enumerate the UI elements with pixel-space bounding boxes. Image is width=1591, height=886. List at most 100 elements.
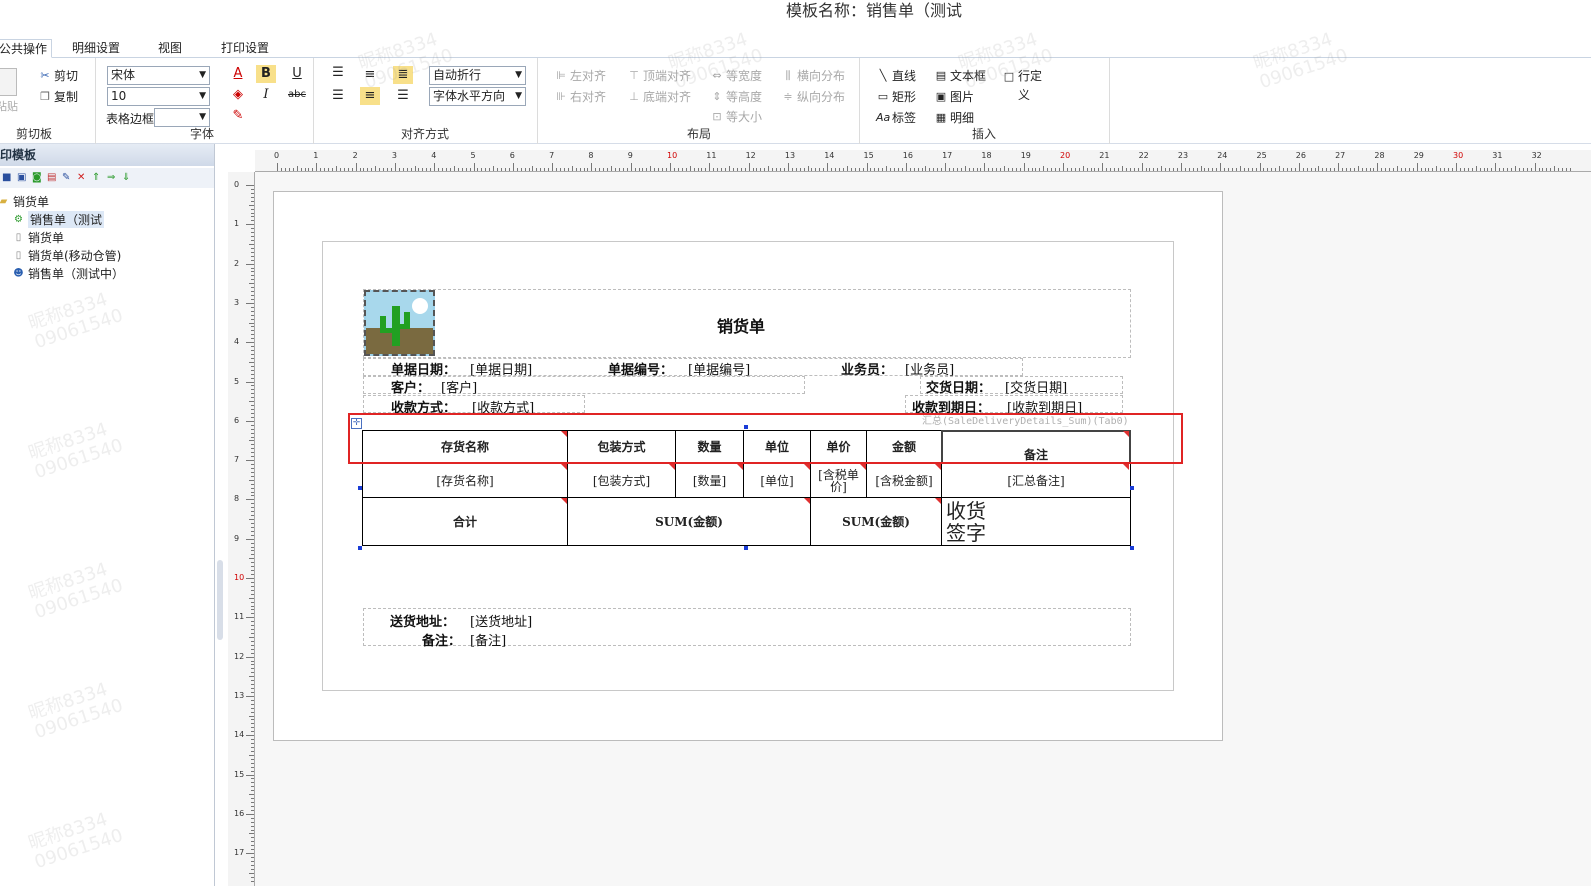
move-up-icon[interactable]: ⇑ <box>92 172 104 184</box>
fill-color-icon[interactable]: ◈ <box>228 86 248 104</box>
tab-detail-settings[interactable]: 明细设置 <box>68 39 124 58</box>
resize-handle-bottom-left[interactable] <box>358 546 362 550</box>
delivery-date-field[interactable]: [交货日期] <box>1005 377 1067 396</box>
total-sum-1[interactable]: SUM(金额) <box>567 497 811 546</box>
align-top-button[interactable]: ⊤ 顶端对齐 <box>627 67 691 84</box>
ruler-tick <box>823 168 825 171</box>
total-label[interactable]: 合计 <box>362 497 568 546</box>
customer-field[interactable]: [客户] <box>441 377 477 396</box>
delivery-date-label[interactable]: 交货日期： <box>926 377 991 396</box>
tree-item[interactable]: ☻ 销售单（测试中） <box>12 265 124 282</box>
ruler-tick <box>1514 166 1516 171</box>
staff-field[interactable]: [业务员] <box>905 359 954 378</box>
tab-view[interactable]: 视图 <box>154 39 186 58</box>
address-field[interactable]: [送货地址] <box>470 611 532 630</box>
font-size-select[interactable]: 10 ▼ <box>107 87 210 106</box>
ruler-tick <box>442 168 444 171</box>
cell-packaging[interactable]: [包装方式] <box>567 463 676 498</box>
tree-item[interactable]: ▯ 销货单(移动仓管) <box>12 247 122 264</box>
delete-icon[interactable]: ✕ <box>77 172 89 184</box>
edit-icon[interactable]: ✎ <box>62 172 74 184</box>
receiver-signature[interactable]: 收货签字 <box>941 497 1131 546</box>
cut-button[interactable]: ✂ 剪切 <box>38 67 78 84</box>
move-down-icon[interactable]: ⇓ <box>122 172 134 184</box>
align-top-icon[interactable]: ☰ <box>328 64 348 82</box>
ruler-tick <box>251 330 254 332</box>
v-distribute-button[interactable]: ≑ 纵向分布 <box>781 88 845 105</box>
cell-item-name[interactable]: [存货名称] <box>362 463 568 498</box>
font-name-select[interactable]: 宋体 ▼ <box>107 66 210 85</box>
tree-item-selected[interactable]: ⚙ 销售单（测试 <box>12 211 105 228</box>
row-definition-button[interactable]: □ 行定义 <box>1002 67 1048 105</box>
tab-print-settings[interactable]: 打印设置 <box>217 39 273 58</box>
h-distribute-button[interactable]: ⫼ 横向分布 <box>781 67 845 84</box>
wrap-select[interactable]: 自动折行 ▼ <box>429 66 526 85</box>
chevron-down-icon: ▼ <box>199 91 206 101</box>
new-icon[interactable]: ◙ <box>32 172 44 184</box>
align-right-icon[interactable]: ☰ <box>393 87 413 105</box>
report-title[interactable]: 销货单 <box>717 313 765 337</box>
italic-button[interactable]: I <box>256 86 276 104</box>
cell-unit[interactable]: [单位] <box>743 463 811 498</box>
cell-tax-price[interactable]: [含税单价] <box>810 463 867 498</box>
same-size-button[interactable]: ⊡ 等大小 <box>710 108 762 125</box>
copy-button[interactable]: ❐ 复制 <box>38 88 78 105</box>
report-logo-image[interactable] <box>364 290 435 356</box>
ruler-tick <box>246 224 254 226</box>
pane-splitter[interactable] <box>217 560 223 640</box>
resize-handle-left[interactable] <box>358 486 362 490</box>
same-width-button[interactable]: ⇔ 等宽度 <box>710 67 762 84</box>
ruler-tick-label: 11 <box>234 612 245 622</box>
tab-common[interactable]: 公共操作 <box>0 39 53 58</box>
ruler-tick <box>246 381 254 383</box>
save-icon[interactable]: ■ <box>2 172 14 184</box>
memo-field[interactable]: [备注] <box>470 630 506 649</box>
save-as-icon[interactable]: ▣ <box>17 172 29 184</box>
paste-button[interactable]: 粘贴 <box>0 68 18 114</box>
text-direction-select[interactable]: 字体水平方向 ▼ <box>429 87 526 106</box>
underline-button[interactable]: U <box>287 65 307 83</box>
ruler-tick <box>351 168 353 171</box>
pen-icon[interactable]: ✎ <box>228 107 248 125</box>
cell-quantity[interactable]: [数量] <box>675 463 744 498</box>
date-field[interactable]: [单据日期] <box>470 359 532 378</box>
customer-label[interactable]: 客户： <box>391 377 430 396</box>
ruler-tick-label: 16 <box>234 808 245 818</box>
align-right-button[interactable]: ⊪ 右对齐 <box>554 88 606 105</box>
date-label[interactable]: 单据日期： <box>391 359 456 378</box>
import-icon[interactable]: ▤ <box>47 172 59 184</box>
resize-handle-bottom-right[interactable] <box>1130 546 1134 550</box>
address-label[interactable]: 送货地址： <box>390 611 455 630</box>
total-sum-2[interactable]: SUM(金额) <box>810 497 942 546</box>
resize-handle-right[interactable] <box>1130 486 1134 490</box>
font-color-button[interactable]: A <box>228 65 248 83</box>
cell-tax-amount[interactable]: [含税金额] <box>866 463 942 498</box>
align-center-icon[interactable]: ≡ <box>360 87 380 105</box>
tree-root[interactable]: ▰ 销货单 <box>0 193 49 210</box>
align-bottom-button[interactable]: ⊥ 底端对齐 <box>627 88 691 105</box>
insert-line-button[interactable]: ╲ 直线 <box>876 67 916 84</box>
bold-button[interactable]: B <box>256 65 276 83</box>
cell-summary-remark[interactable]: [汇总备注] <box>941 463 1131 498</box>
insert-image-button[interactable]: ▣ 图片 <box>934 88 974 105</box>
align-left-icon[interactable]: ☰ <box>328 87 348 105</box>
tree-item[interactable]: ▯ 销货单 <box>12 229 64 246</box>
memo-label[interactable]: 备注： <box>422 630 461 649</box>
strikethrough-button[interactable]: abc <box>287 86 307 104</box>
doc-no-label[interactable]: 单据编号： <box>608 359 673 378</box>
doc-no-field[interactable]: [单据编号] <box>688 359 750 378</box>
align-bottom-icon[interactable]: ≣ <box>393 66 413 84</box>
same-size-icon: ⊡ <box>712 110 722 123</box>
insert-detail-button[interactable]: ▦ 明细 <box>934 109 974 126</box>
insert-rect-button[interactable]: ▭ 矩形 <box>876 88 916 105</box>
align-middle-icon[interactable]: ≡ <box>360 66 380 84</box>
staff-label[interactable]: 业务员： <box>841 359 893 378</box>
same-height-button[interactable]: ⇕ 等高度 <box>710 88 762 105</box>
insert-tag-button[interactable]: Aa 标签 <box>876 109 916 126</box>
resize-handle-bottom[interactable] <box>744 546 748 550</box>
align-left-button[interactable]: ⊫ 左对齐 <box>554 67 606 84</box>
insert-textbox-button[interactable]: ▤ 文本框 <box>934 67 986 84</box>
ruler-tick <box>251 829 254 831</box>
move-next-icon[interactable]: ⇒ <box>107 172 119 184</box>
ruler-tick <box>251 389 254 391</box>
